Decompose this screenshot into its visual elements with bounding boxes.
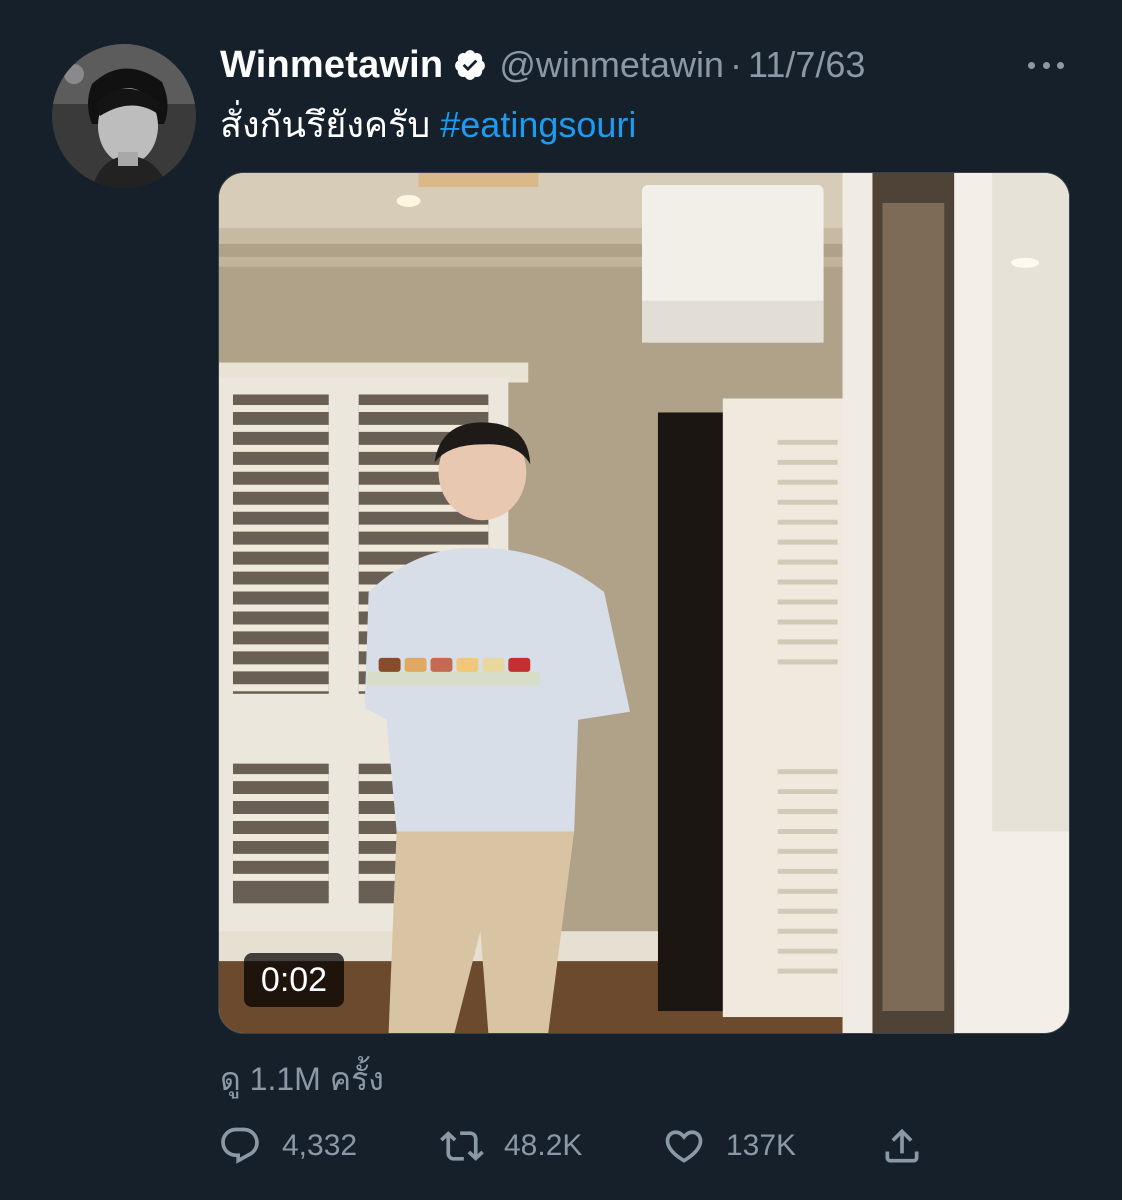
video-frame: [219, 173, 1069, 1033]
share-button[interactable]: [880, 1118, 924, 1174]
author-handle[interactable]: @winmetawin: [499, 44, 724, 86]
video-player[interactable]: [218, 172, 1070, 1034]
tweet-text: สั่งกันรึยังครับ #eatingsouri: [220, 100, 636, 150]
hashtag-link[interactable]: #eatingsouri: [440, 104, 636, 145]
more-horizontal-icon[interactable]: [1026, 50, 1066, 80]
reply-icon: [218, 1124, 262, 1168]
reply-button[interactable]: 4,332: [218, 1118, 357, 1174]
tweet: Winmetawin @winmetawin · 11/7/63 สั่งกัน…: [0, 0, 1122, 1200]
avatar-photo: [52, 44, 196, 188]
retweet-icon: [440, 1124, 484, 1168]
display-name[interactable]: Winmetawin: [220, 44, 443, 87]
separator-dot: ·: [729, 44, 742, 85]
video-duration-badge: 0:02: [244, 953, 344, 1007]
tweet-date[interactable]: 11/7/63: [748, 44, 865, 86]
heart-icon: [662, 1124, 706, 1168]
retweet-button[interactable]: 48.2K: [440, 1118, 582, 1174]
verified-badge-icon: [453, 48, 487, 82]
view-count: ดู 1.1M ครั้ง: [220, 1061, 384, 1097]
like-button[interactable]: 137K: [662, 1118, 796, 1174]
like-count: 137K: [726, 1129, 797, 1162]
avatar[interactable]: [52, 44, 196, 188]
share-icon: [880, 1124, 924, 1168]
reply-count: 4,332: [282, 1129, 358, 1162]
retweet-count: 48.2K: [504, 1129, 583, 1162]
action-bar: 4,332 48.2K 137K: [218, 1118, 938, 1174]
tweet-header: Winmetawin @winmetawin · 11/7/63: [220, 40, 865, 90]
tweet-body: สั่งกันรึยังครับ: [220, 104, 441, 145]
